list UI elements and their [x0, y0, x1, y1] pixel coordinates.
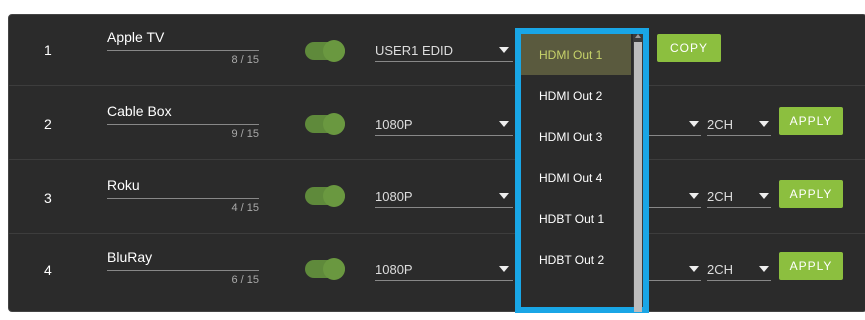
row-index: 1 — [44, 42, 52, 58]
enable-toggle[interactable] — [305, 113, 345, 135]
source-name: BluRay — [107, 249, 153, 265]
audio-select[interactable]: 2CH — [707, 183, 771, 208]
audio-select[interactable]: 2CH — [707, 256, 771, 281]
dropdown-option[interactable]: HDMI Out 3 — [521, 116, 631, 157]
enable-toggle[interactable] — [305, 258, 345, 280]
char-counter: 6 / 15 — [231, 274, 259, 286]
resolution-select[interactable]: 1080P — [375, 183, 513, 208]
char-counter: 4 / 15 — [231, 202, 259, 214]
edid-select-value: USER1 EDID — [375, 43, 454, 58]
char-counter: 9 / 15 — [231, 128, 259, 140]
chevron-down-icon — [689, 266, 699, 272]
chevron-down-icon — [689, 193, 699, 199]
source-name: Apple TV — [107, 29, 165, 45]
name-underline — [107, 124, 259, 125]
source-name: Cable Box — [107, 103, 172, 119]
source-row: 4 BluRay 6 / 15 1080P 2CH APPLY — [9, 235, 865, 305]
name-field[interactable]: Apple TV 8 / 15 — [107, 29, 259, 66]
dropdown-options: HDMI Out 1 HDMI Out 2 HDMI Out 3 HDMI Ou… — [521, 34, 631, 307]
row-index: 4 — [44, 262, 52, 278]
name-underline — [107, 50, 259, 51]
apply-button[interactable]: APPLY — [779, 107, 843, 135]
resolution-select-value: 1080P — [375, 189, 413, 204]
chevron-down-icon — [759, 193, 769, 199]
toggle-knob — [323, 258, 345, 280]
name-field[interactable]: Roku 4 / 15 — [107, 177, 259, 214]
source-row: 2 Cable Box 9 / 15 1080P 2CH APPLY — [9, 89, 865, 160]
audio-select-value: 2CH — [707, 189, 734, 204]
resolution-select[interactable]: 1080P — [375, 256, 513, 281]
chevron-down-icon — [689, 121, 699, 127]
source-row: 1 Apple TV 8 / 15 USER1 EDID COPY — [9, 15, 865, 86]
scroll-up-icon[interactable] — [635, 34, 641, 38]
apply-button[interactable]: APPLY — [779, 252, 843, 280]
source-list-panel: 1 Apple TV 8 / 15 USER1 EDID COPY 2 Cabl… — [8, 14, 865, 312]
enable-toggle[interactable] — [305, 185, 345, 207]
chevron-down-icon — [499, 193, 509, 199]
output-select[interactable] — [649, 183, 701, 208]
name-field[interactable]: BluRay 6 / 15 — [107, 249, 259, 286]
resolution-select[interactable]: 1080P — [375, 111, 513, 136]
chevron-down-icon — [759, 121, 769, 127]
row-index: 2 — [44, 116, 52, 132]
output-select[interactable] — [649, 111, 701, 136]
output-select[interactable] — [649, 256, 701, 281]
toggle-knob — [323, 40, 345, 62]
dropdown-option[interactable]: HDMI Out 2 — [521, 75, 631, 116]
enable-toggle[interactable] — [305, 40, 345, 62]
row-index: 3 — [44, 190, 52, 206]
name-field[interactable]: Cable Box 9 / 15 — [107, 103, 259, 140]
dropdown-option-selected[interactable]: HDMI Out 1 — [521, 34, 631, 75]
audio-select-value: 2CH — [707, 117, 734, 132]
name-underline — [107, 270, 259, 271]
output-dropdown-list[interactable]: HDMI Out 1 HDMI Out 2 HDMI Out 3 HDMI Ou… — [515, 28, 649, 313]
resolution-select-value: 1080P — [375, 117, 413, 132]
source-name: Roku — [107, 177, 140, 193]
char-counter: 8 / 15 — [231, 54, 259, 66]
dropdown-option[interactable]: HDMI Out 4 — [521, 157, 631, 198]
resolution-select-value: 1080P — [375, 262, 413, 277]
chevron-down-icon — [499, 47, 509, 53]
toggle-knob — [323, 113, 345, 135]
audio-select-value: 2CH — [707, 262, 734, 277]
edid-select[interactable]: USER1 EDID — [375, 37, 513, 62]
dropdown-scrollbar[interactable] — [633, 34, 643, 312]
audio-select[interactable]: 2CH — [707, 111, 771, 136]
name-underline — [107, 198, 259, 199]
chevron-down-icon — [499, 266, 509, 272]
chevron-down-icon — [499, 121, 509, 127]
scrollbar-thumb[interactable] — [634, 42, 642, 312]
apply-button[interactable]: APPLY — [779, 180, 843, 208]
dropdown-option[interactable]: HDBT Out 2 — [521, 239, 631, 280]
dropdown-option[interactable]: HDBT Out 1 — [521, 198, 631, 239]
chevron-down-icon — [759, 266, 769, 272]
copy-button[interactable]: COPY — [657, 34, 721, 62]
source-row: 3 Roku 4 / 15 1080P 2CH APPLY — [9, 163, 865, 234]
toggle-knob — [323, 185, 345, 207]
